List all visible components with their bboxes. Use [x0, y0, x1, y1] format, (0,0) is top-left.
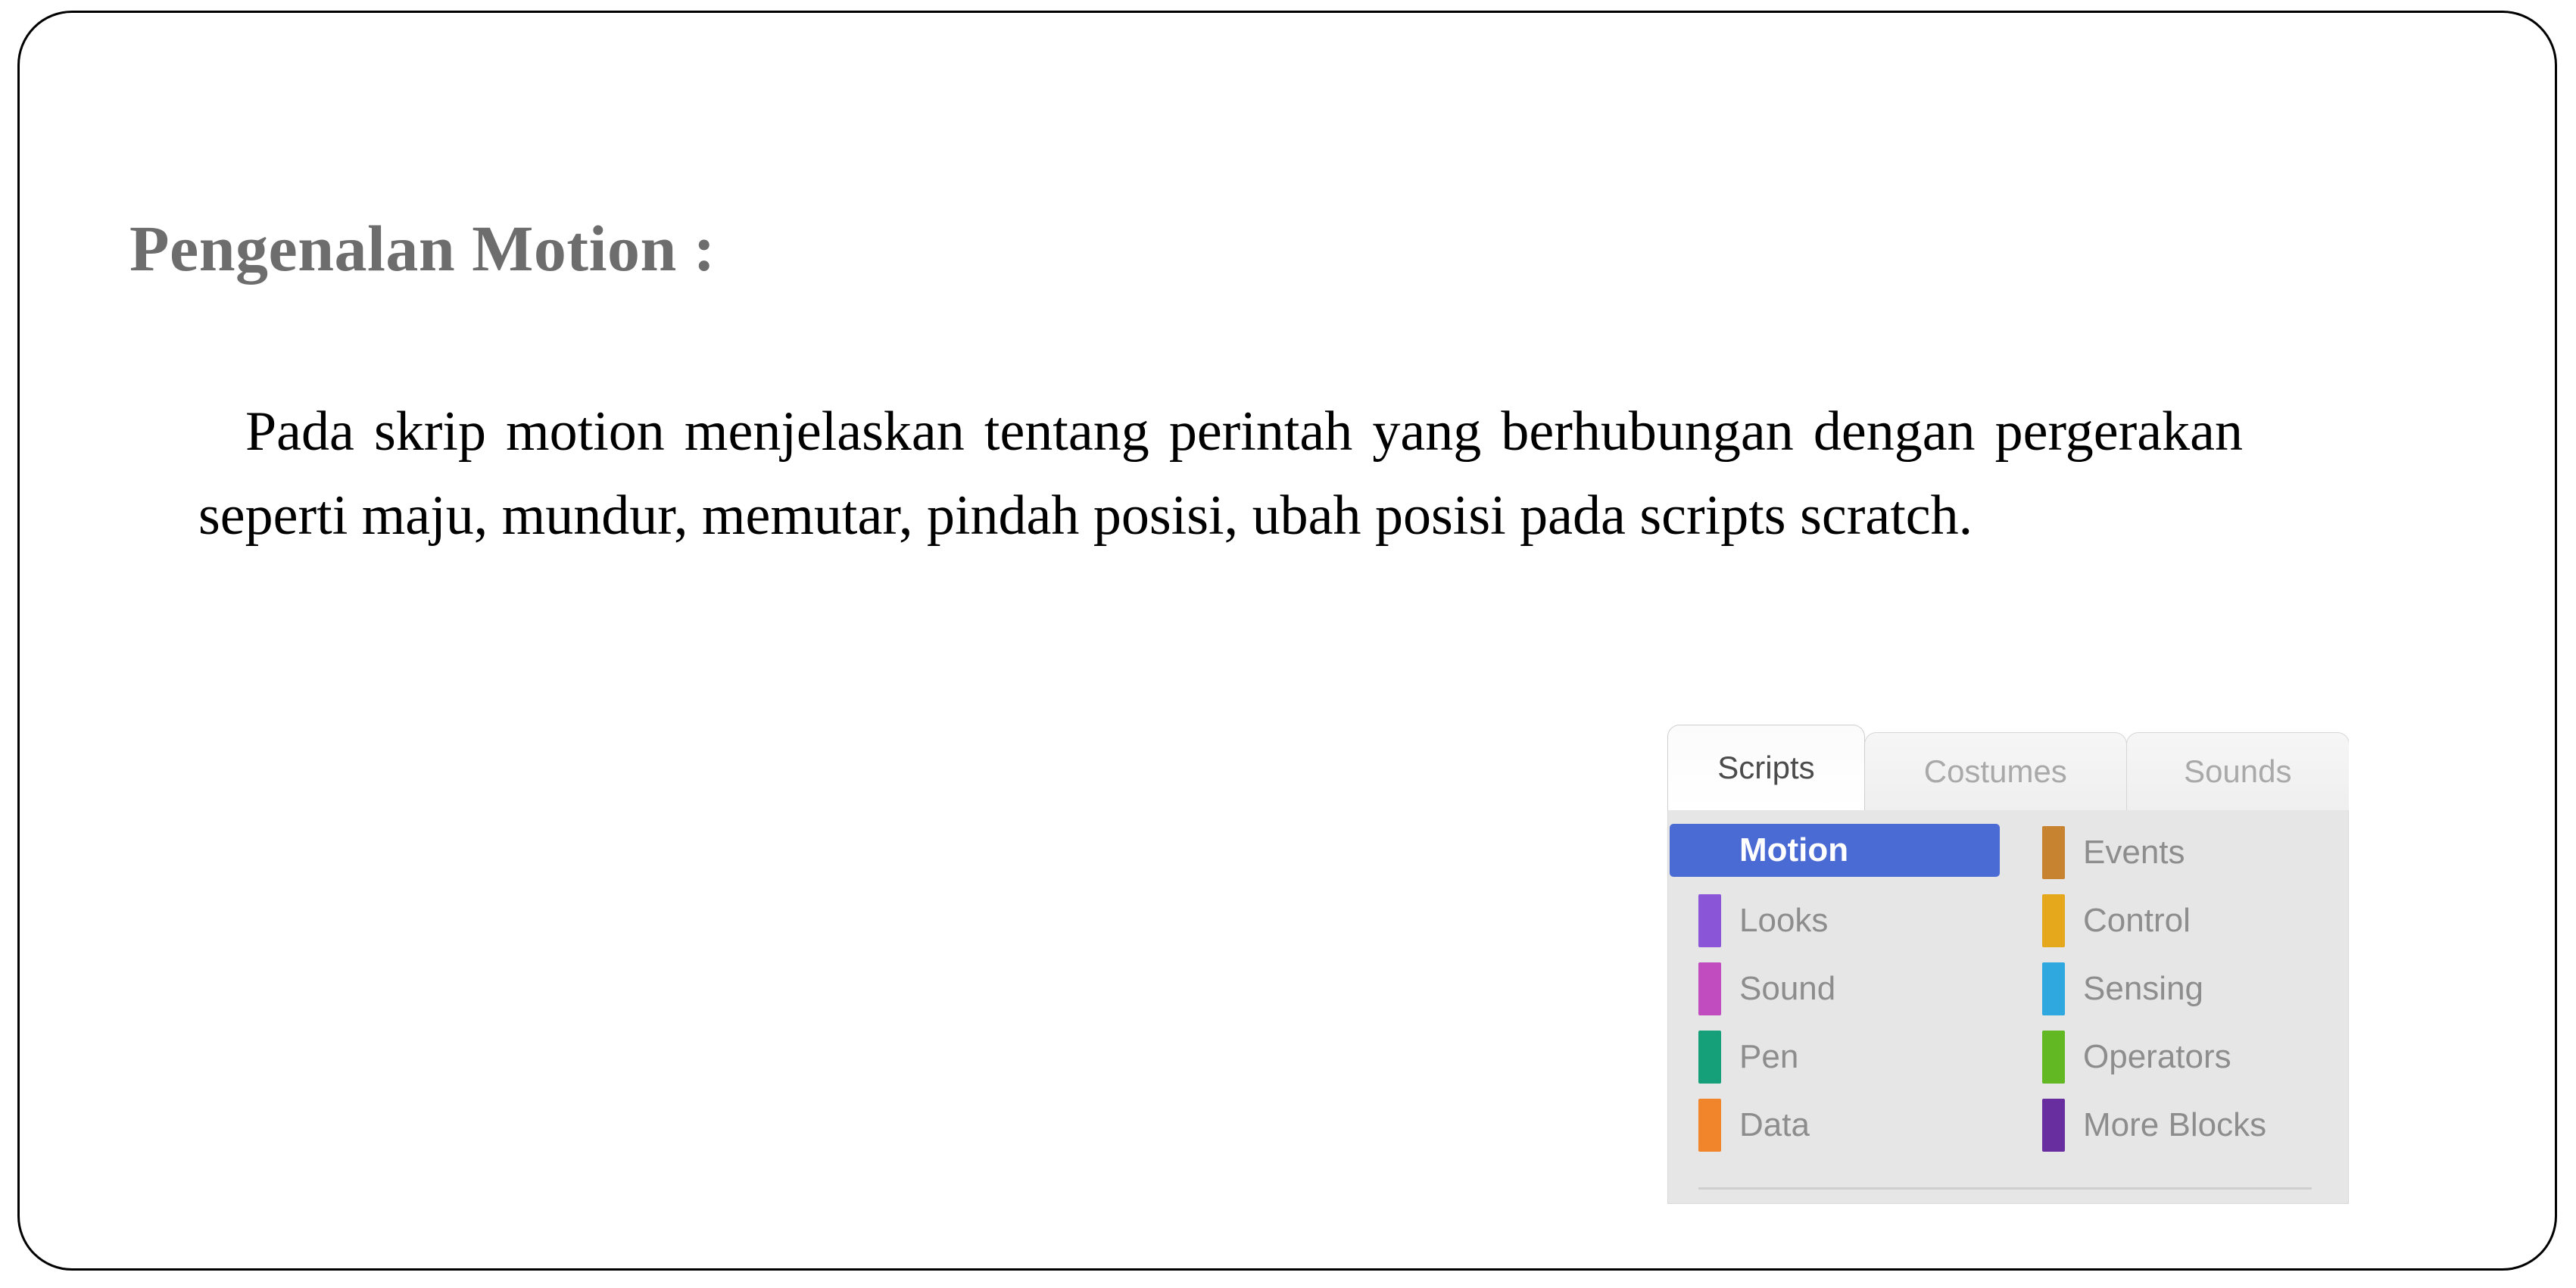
- category-motion[interactable]: Motion: [1670, 824, 2000, 877]
- more-blocks-color-swatch: [2042, 1099, 2065, 1152]
- body-paragraph: Pada skrip motion menjelaskan tentang pe…: [198, 401, 2243, 547]
- category-events[interactable]: Events: [2042, 824, 2349, 881]
- block-category-column-left: Motion Looks Sound Pen Data: [1668, 824, 2029, 1165]
- tab-sounds[interactable]: Sounds: [2125, 732, 2349, 810]
- category-pen-label: Pen: [1739, 1038, 1799, 1075]
- category-motion-label: Motion: [1739, 831, 1849, 869]
- category-pen[interactable]: Pen: [1698, 1028, 2029, 1086]
- block-category-columns: Motion Looks Sound Pen Data Events Contr…: [1668, 824, 2349, 1165]
- category-looks-label: Looks: [1739, 902, 1829, 939]
- category-data-label: Data: [1739, 1106, 1810, 1143]
- operators-color-swatch: [2042, 1031, 2065, 1084]
- presentation-slide: Pengenalan Motion : Pada skrip motion me…: [17, 11, 2557, 1271]
- block-category-column-right: Events Control Sensing Operators More Bl…: [2029, 824, 2349, 1165]
- data-color-swatch: [1698, 1099, 1721, 1152]
- control-color-swatch: [2042, 894, 2065, 947]
- category-control[interactable]: Control: [2042, 892, 2349, 950]
- looks-color-swatch: [1698, 894, 1721, 947]
- category-more-blocks-label: More Blocks: [2083, 1106, 2267, 1143]
- scratch-palette-body: Motion Looks Sound Pen Data Events Contr…: [1667, 810, 2349, 1204]
- category-operators-label: Operators: [2083, 1038, 2231, 1075]
- sensing-color-swatch: [2042, 962, 2065, 1015]
- category-data[interactable]: Data: [1698, 1096, 2029, 1154]
- tab-scripts[interactable]: Scripts: [1667, 725, 1865, 810]
- category-control-label: Control: [2083, 902, 2191, 939]
- tab-sounds-label: Sounds: [2184, 753, 2292, 789]
- category-events-label: Events: [2083, 834, 2185, 871]
- category-sensing[interactable]: Sensing: [2042, 960, 2349, 1018]
- category-looks[interactable]: Looks: [1698, 892, 2029, 950]
- scratch-tab-bar: Scripts Costumes Sounds: [1667, 725, 2349, 810]
- pen-color-swatch: [1698, 1031, 1721, 1084]
- events-color-swatch: [2042, 826, 2065, 879]
- palette-divider: [1698, 1187, 2312, 1190]
- category-sound-label: Sound: [1739, 970, 1836, 1007]
- sound-color-swatch: [1698, 962, 1721, 1015]
- tab-costumes-label: Costumes: [1923, 753, 2067, 789]
- category-more-blocks[interactable]: More Blocks: [2042, 1096, 2349, 1154]
- scratch-palette-panel: Scripts Costumes Sounds Motion Looks Sou…: [1667, 725, 2349, 1204]
- category-operators[interactable]: Operators: [2042, 1028, 2349, 1086]
- category-sound[interactable]: Sound: [1698, 960, 2029, 1018]
- page-title: Pengenalan Motion :: [129, 212, 716, 285]
- body-text-block: Pada skrip motion menjelaskan tentang pe…: [198, 390, 2243, 558]
- tab-scripts-label: Scripts: [1717, 750, 1815, 785]
- category-sensing-label: Sensing: [2083, 970, 2204, 1007]
- tab-costumes[interactable]: Costumes: [1863, 732, 2127, 810]
